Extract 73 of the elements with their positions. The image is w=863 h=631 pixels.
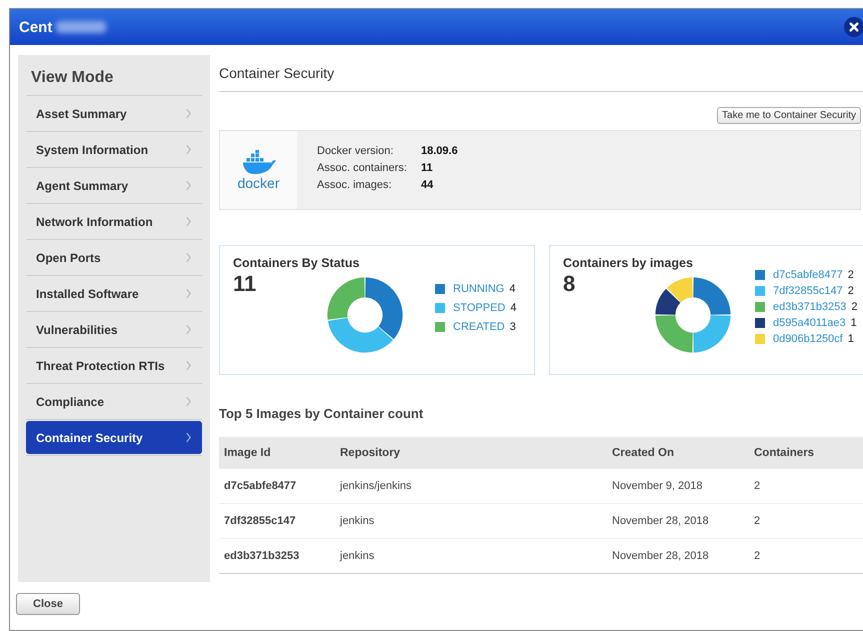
legend-count: 2 — [848, 269, 854, 281]
table-cell-text: 7df32855c147 — [224, 515, 297, 527]
legend-link[interactable]: 0d906b1250cf — [773, 333, 843, 345]
container-security-button[interactable]: Take me to Container Security — [717, 107, 861, 124]
legend-link[interactable]: d595a4011ae3 — [773, 317, 846, 329]
sidebar-item[interactable]: System Information — [26, 133, 202, 166]
column-header: Created On — [612, 446, 675, 458]
chevron-icon — [185, 360, 192, 371]
sidebar-item[interactable]: Network Information — [26, 205, 202, 238]
sidebar-item[interactable]: Agent Summary — [26, 169, 202, 202]
chevron-icon — [185, 396, 192, 407]
table-cell-text: November 9, 2018 — [612, 480, 704, 492]
logo-text: docker — [237, 174, 280, 190]
sidebar-item[interactable]: Open Ports — [26, 241, 202, 274]
table-cell-text: jenkins/jenkins — [340, 480, 413, 492]
sidebar-item[interactable]: Container Security — [26, 421, 202, 454]
column-header: Image Id — [224, 446, 272, 458]
redaction-blur — [56, 21, 106, 33]
legend-count: 1 — [850, 317, 857, 329]
table-cell-text: November 28, 2018 — [612, 550, 710, 562]
table-cell-text: 2 — [754, 550, 762, 562]
legend-count: 2 — [848, 285, 854, 297]
sidebar-item[interactable]: Threat Protection RTIs — [26, 349, 202, 382]
legend-count: 1 — [848, 333, 854, 345]
card-title: Containers By Status — [233, 256, 360, 271]
legend-link[interactable]: ed3b371b3253 — [773, 301, 846, 313]
chevron-icon — [185, 108, 192, 119]
legend-link[interactable]: CREATED — [453, 321, 505, 333]
table-cell-text: d7c5abfe8477 — [224, 480, 298, 492]
page-title: Container Security — [219, 55, 863, 92]
legend-link[interactable]: STOPPED — [453, 302, 506, 314]
legend-count: 3 — [510, 321, 516, 333]
chevron-icon — [185, 144, 192, 155]
table-cell-text: jenkins — [340, 550, 376, 562]
legend-link[interactable]: d7c5abfe8477 — [773, 269, 843, 281]
legend-count: 4 — [509, 283, 516, 295]
table-title: Top 5 Images by Container count — [219, 406, 424, 421]
whale-icon — [240, 150, 276, 174]
legend-link[interactable]: 7df32855c147 — [773, 285, 843, 297]
close-button[interactable]: Close — [16, 593, 80, 615]
sidebar-item[interactable]: Installed Software — [26, 277, 202, 310]
table-cell-text: November 28, 2018 — [612, 515, 710, 527]
total-count: 11 — [233, 271, 258, 297]
table-cell-text: jenkins — [340, 515, 376, 527]
table-cell-text: ed3b371b3253 — [224, 550, 300, 562]
field-value: 11 — [421, 162, 433, 174]
legend-count: 2 — [851, 301, 858, 313]
legend-link[interactable]: RUNNING — [453, 283, 504, 295]
chevron-icon — [185, 324, 192, 335]
chevron-icon — [185, 180, 192, 191]
table-cell-text: 2 — [754, 480, 762, 492]
field-value: 18.09.6 — [421, 145, 458, 157]
sidebar-title: View Mode — [26, 55, 202, 96]
sidebar-item[interactable]: Compliance — [26, 385, 202, 418]
field-label: Assoc. images: — [317, 179, 393, 191]
sidebar-item[interactable]: Asset Summary — [26, 97, 202, 130]
total-count: 8 — [563, 271, 576, 297]
chevron-icon — [185, 216, 192, 227]
chevron-icon — [185, 432, 192, 443]
column-header: Repository — [340, 446, 402, 458]
column-header: Containers — [754, 446, 816, 458]
close-icon[interactable] — [844, 17, 863, 37]
donut-slice — [693, 315, 731, 353]
chevron-icon — [185, 288, 192, 299]
card-title: Containers by images — [563, 256, 693, 271]
field-label: Docker version: — [317, 145, 394, 157]
legend-count: 4 — [510, 302, 516, 314]
chevron-icon — [185, 252, 192, 263]
field-label: Assoc. containers: — [317, 162, 408, 174]
field-value: 44 — [421, 179, 434, 191]
sidebar-item[interactable]: Vulnerabilities — [26, 313, 202, 346]
window-title: Cent — [19, 18, 52, 36]
table-cell-text: 2 — [754, 515, 762, 527]
